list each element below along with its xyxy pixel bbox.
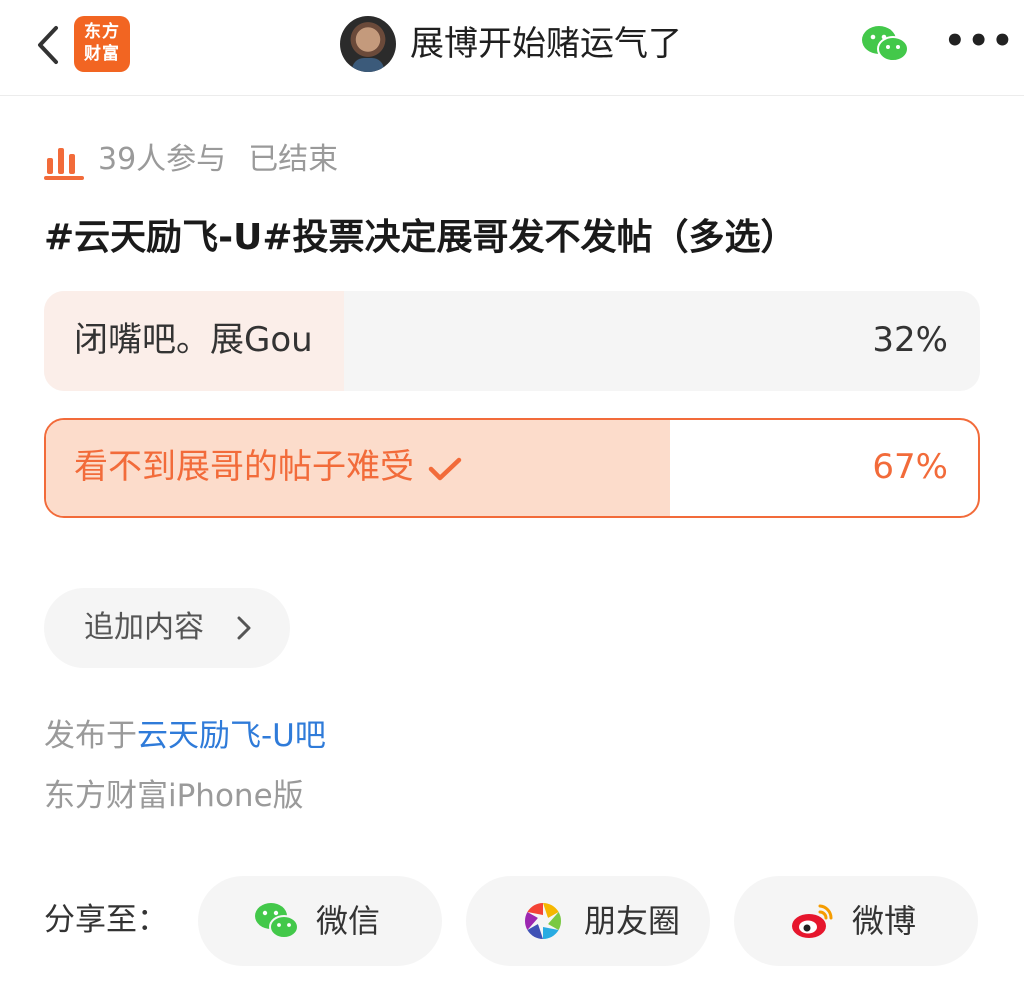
participant-count: 39人参与 (98, 142, 227, 177)
chevron-right-icon (237, 616, 251, 640)
share-weibo-button[interactable]: 微博 (734, 876, 978, 966)
forum-link[interactable]: 云天励飞-U吧 (137, 718, 326, 754)
poll-option-2[interactable]: 看不到展哥的帖子难受 67% (44, 418, 980, 518)
avatar[interactable] (340, 16, 396, 72)
poll-option-2-label-wrap: 看不到展哥的帖子难受 (74, 443, 462, 491)
wechat-icon (255, 903, 299, 939)
wechat-icon[interactable] (860, 24, 910, 64)
poll-option-2-percent: 67% (872, 447, 948, 487)
page-title: 展博开始赌运气了 (410, 24, 682, 64)
poll-meta: 39人参与 已结束 (98, 140, 338, 180)
share-weibo-label: 微博 (852, 902, 917, 940)
share-label: 分享至： (44, 902, 168, 938)
platform-source: 东方财富iPhone版 (44, 778, 304, 814)
logo-line1: 东方 (84, 22, 120, 42)
poll-option-1-percent: 32% (872, 320, 948, 360)
moments-icon (524, 903, 562, 939)
share-moments-label: 朋友圈 (584, 902, 681, 940)
logo-line2: 财富 (84, 44, 120, 64)
poll-option-2-label: 看不到展哥的帖子难受 (74, 447, 414, 487)
append-content-label: 追加内容 (84, 610, 204, 645)
poll-option-1[interactable]: 闭嘴吧。展Gou 32% (44, 291, 980, 391)
back-arrow-icon[interactable] (30, 22, 66, 68)
published-in: 发布于云天励飞-U吧 (44, 714, 326, 758)
more-icon[interactable]: ••• (944, 24, 1013, 62)
published-prefix: 发布于 (44, 718, 137, 754)
share-wechat-label: 微信 (316, 902, 381, 940)
poll-status: 已结束 (248, 142, 339, 177)
share-wechat-button[interactable]: 微信 (198, 876, 442, 966)
poll-option-1-label: 闭嘴吧。展Gou (74, 320, 313, 360)
append-content-button[interactable]: 追加内容 (44, 588, 290, 668)
brand-logo[interactable]: 东方 财富 (74, 16, 130, 72)
share-moments-button[interactable]: 朋友圈 (466, 876, 710, 966)
top-bar: 东方 财富 展博开始赌运气了 ••• (0, 0, 1024, 96)
bar-chart-icon (44, 144, 86, 180)
checkmark-icon (428, 457, 462, 480)
weibo-icon (792, 904, 833, 938)
poll-question: #云天励飞-U#投票决定展哥发不发帖（多选） (44, 217, 797, 258)
